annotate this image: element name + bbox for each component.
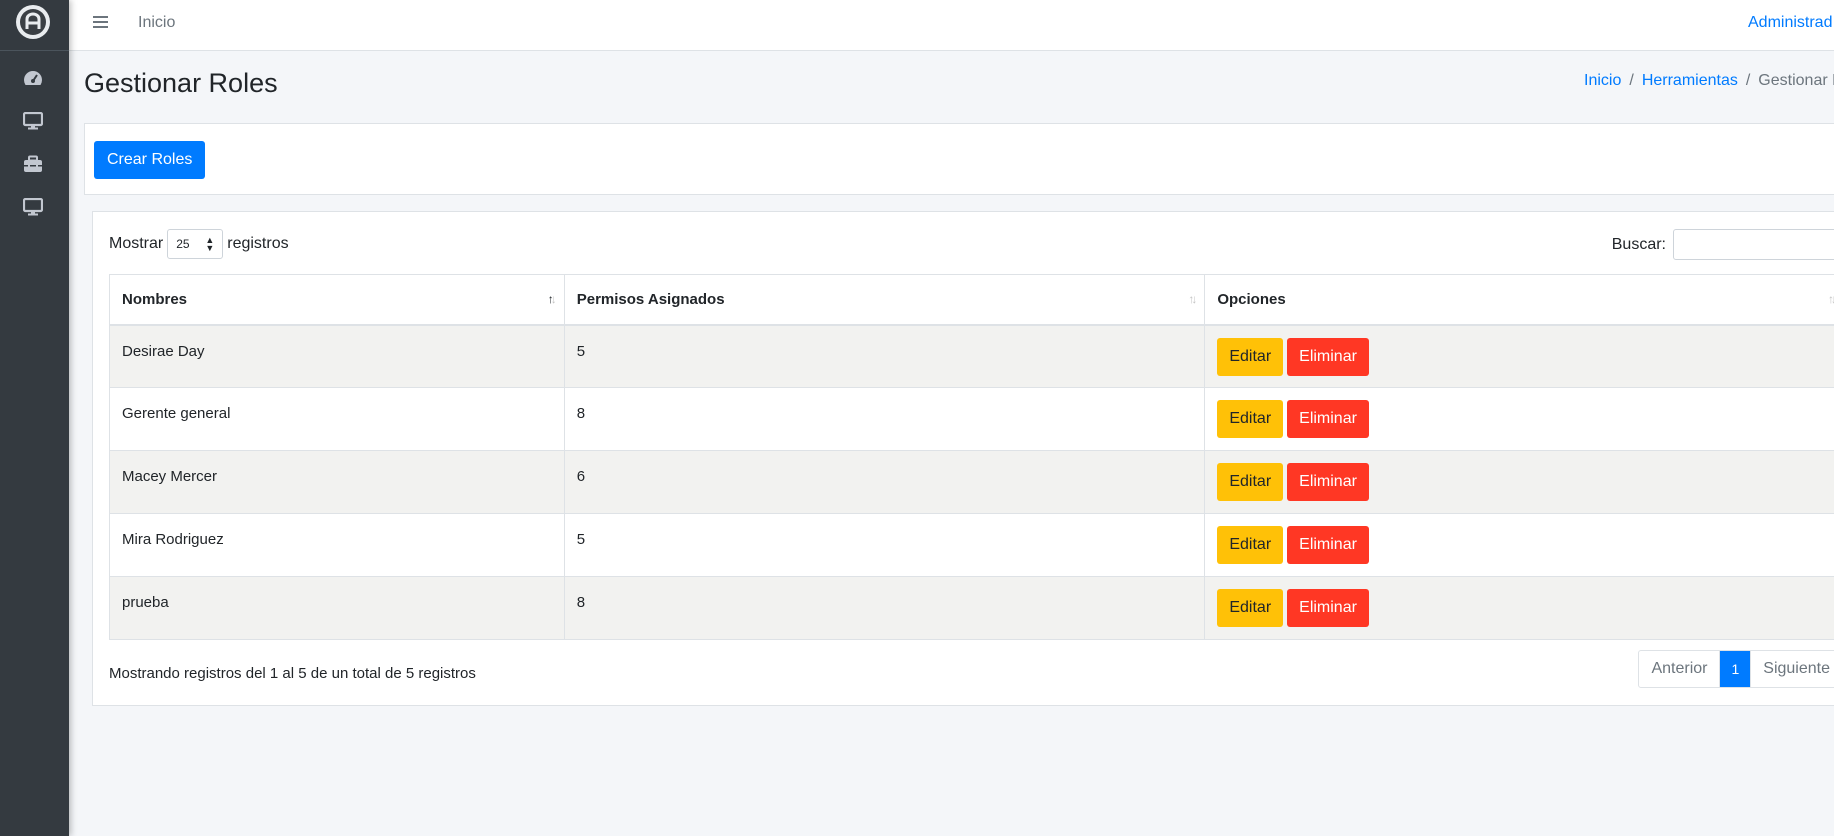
- tachometer-icon: [23, 71, 43, 85]
- table-row: Mira Rodriguez 5 Editar Eliminar: [109, 513, 1834, 577]
- create-role-button[interactable]: Crear Roles: [94, 141, 206, 179]
- permissions-cell: 8: [563, 387, 1206, 451]
- sidebar-item-tools[interactable]: [22, 153, 44, 175]
- page-length-select[interactable]: 25 ▲ ▼: [167, 229, 224, 259]
- nav-home-link[interactable]: Inicio: [138, 14, 175, 32]
- role-name-cell: Macey Mercer: [109, 450, 565, 514]
- logo-icon: [20, 9, 46, 35]
- brand-logo[interactable]: [16, 5, 50, 39]
- column-header-permissions[interactable]: Permisos Asignados ↑↓: [563, 274, 1206, 326]
- table-row: Gerente general 8 Editar Eliminar: [109, 387, 1834, 451]
- search-label: Buscar:: [1611, 235, 1666, 253]
- sort-asc-icon: ↑↓: [547, 292, 557, 306]
- breadcrumb-tools[interactable]: Herramientas: [1642, 72, 1738, 89]
- breadcrumb-current: Gestionar Roles: [1758, 72, 1834, 89]
- pagination-next[interactable]: Siguiente: [1750, 651, 1834, 687]
- edit-button[interactable]: Editar: [1217, 337, 1284, 376]
- show-label: Mostrar: [109, 235, 164, 252]
- column-header-names[interactable]: Nombres ↑↓: [109, 274, 565, 326]
- table-row: prueba 8 Editar Eliminar: [109, 576, 1834, 640]
- permissions-cell: 5: [563, 324, 1206, 388]
- desktop-icon: [23, 198, 43, 216]
- permissions-cell: 6: [563, 450, 1206, 514]
- page-length-control: Mostrar 25 ▲ ▼ registros: [109, 229, 289, 259]
- permissions-cell: 8: [563, 576, 1206, 640]
- menu-toggle-icon[interactable]: [91, 14, 111, 34]
- sidebar-divider: [0, 50, 69, 51]
- breadcrumb: Inicio / Herramientas / Gestionar Roles: [1584, 72, 1834, 90]
- column-header-options[interactable]: Opciones ↑↓: [1204, 274, 1834, 326]
- sidebar: [0, 0, 69, 836]
- role-name-cell: Mira Rodriguez: [109, 513, 565, 577]
- sort-icon: ↑↓: [1188, 292, 1197, 306]
- column-header-label: Opciones: [1217, 290, 1286, 308]
- search-control: Buscar:: [1612, 229, 1834, 260]
- toolbox-icon: [24, 155, 42, 172]
- options-cell: Editar Eliminar: [1204, 450, 1834, 514]
- pagination-previous[interactable]: Anterior: [1639, 651, 1721, 687]
- sort-icon: ↑↓: [1828, 292, 1834, 306]
- user-menu[interactable]: Administrad: [1748, 14, 1834, 32]
- sidebar-item-monitor[interactable]: [22, 110, 44, 132]
- table-row: Desirae Day 5 Editar Eliminar: [109, 324, 1834, 388]
- breadcrumb-home[interactable]: Inicio: [1584, 72, 1621, 89]
- edit-button[interactable]: Editar: [1217, 526, 1284, 564]
- table-header-row: Nombres ↑↓ Permisos Asignados ↑↓ Opciones ↑…: [109, 274, 1834, 326]
- options-cell: Editar Eliminar: [1204, 324, 1834, 388]
- edit-button[interactable]: Editar: [1217, 463, 1284, 501]
- desktop-icon: [23, 112, 43, 130]
- page-title: Gestionar Roles: [84, 68, 278, 98]
- delete-button[interactable]: Eliminar: [1287, 589, 1369, 627]
- delete-button[interactable]: Eliminar: [1287, 400, 1369, 438]
- edit-button[interactable]: Editar: [1217, 589, 1284, 627]
- actions-card: Crear Roles: [84, 123, 1834, 195]
- pagination-page-1[interactable]: 1: [1720, 651, 1751, 687]
- top-navbar: Inicio Administrad: [69, 0, 1834, 51]
- permissions-cell: 5: [563, 513, 1206, 577]
- table-info: Mostrando registros del 1 al 5 de un tot…: [109, 665, 476, 682]
- sidebar-item-dashboard[interactable]: [22, 67, 44, 89]
- breadcrumb-separator: /: [1745, 72, 1751, 89]
- column-header-label: Nombres: [122, 290, 188, 308]
- options-cell: Editar Eliminar: [1204, 513, 1834, 577]
- select-arrows-icon: ▲ ▼: [205, 235, 215, 253]
- role-name-cell: Desirae Day: [109, 324, 565, 388]
- search-input[interactable]: [1673, 229, 1834, 260]
- options-cell: Editar Eliminar: [1204, 387, 1834, 451]
- delete-button[interactable]: Eliminar: [1287, 463, 1369, 501]
- roles-table: Nombres ↑↓ Permisos Asignados ↑↓ Opciones ↑…: [109, 274, 1834, 640]
- page-length-value: 25: [176, 237, 190, 251]
- options-cell: Editar Eliminar: [1204, 576, 1834, 640]
- edit-button[interactable]: Editar: [1217, 400, 1284, 438]
- table-row: Macey Mercer 6 Editar Eliminar: [109, 450, 1834, 514]
- role-name-cell: Gerente general: [109, 387, 565, 451]
- breadcrumb-separator: /: [1629, 72, 1634, 89]
- pagination: Anterior 1 Siguiente: [1638, 650, 1834, 688]
- records-label: registros: [227, 235, 289, 252]
- column-header-label: Permisos Asignados: [576, 290, 725, 308]
- roles-table-card: Mostrar 25 ▲ ▼ registros Buscar: Nombres ↑…: [92, 211, 1834, 706]
- sidebar-item-monitor-2[interactable]: [22, 196, 44, 218]
- role-name-cell: prueba: [109, 576, 565, 640]
- delete-button[interactable]: Eliminar: [1287, 526, 1369, 564]
- delete-button[interactable]: Eliminar: [1287, 337, 1369, 376]
